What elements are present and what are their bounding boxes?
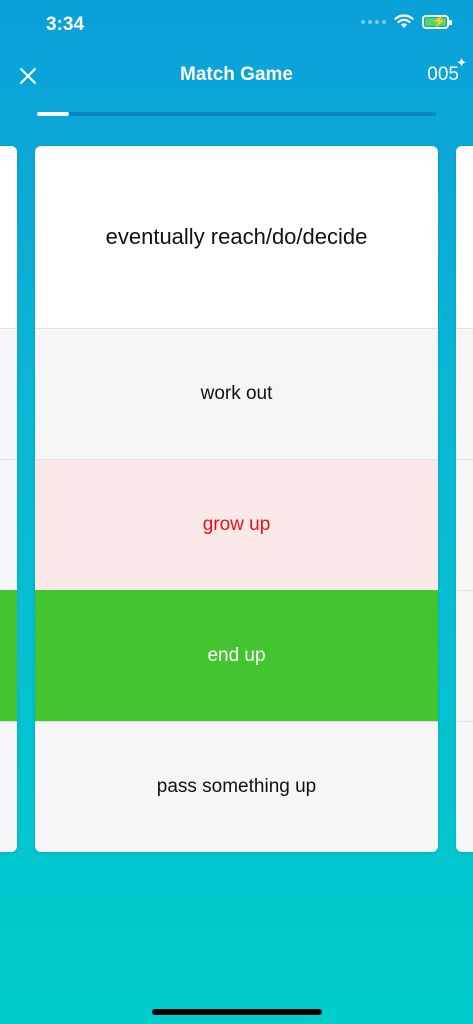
answer-option[interactable]: pass something up bbox=[35, 721, 438, 852]
cellular-dots-icon bbox=[361, 19, 386, 24]
home-indicator bbox=[152, 1009, 322, 1015]
status-time: 3:34 bbox=[46, 14, 85, 35]
question-prompt: eventually reach/do/decide bbox=[105, 224, 368, 249]
answer-option[interactable]: work out bbox=[35, 328, 438, 459]
sparkle-icon: ✦ bbox=[456, 55, 467, 70]
page-title: Match Game bbox=[180, 64, 293, 85]
progress-bar bbox=[37, 112, 436, 116]
next-card[interactable] bbox=[456, 146, 473, 852]
previous-card[interactable] bbox=[0, 146, 17, 852]
battery-charging-icon: ⚡ bbox=[422, 14, 452, 29]
question-card: eventually reach/do/decide work out grow… bbox=[35, 146, 438, 852]
wifi-icon bbox=[394, 14, 414, 28]
progress-fill bbox=[37, 112, 69, 116]
status-icons: ⚡ bbox=[361, 14, 452, 29]
answer-option[interactable]: grow up bbox=[35, 459, 438, 590]
score-counter: 005 bbox=[427, 64, 459, 85]
answer-option[interactable]: end up bbox=[35, 590, 438, 721]
answer-options: work out grow up end up pass something u… bbox=[35, 328, 438, 852]
